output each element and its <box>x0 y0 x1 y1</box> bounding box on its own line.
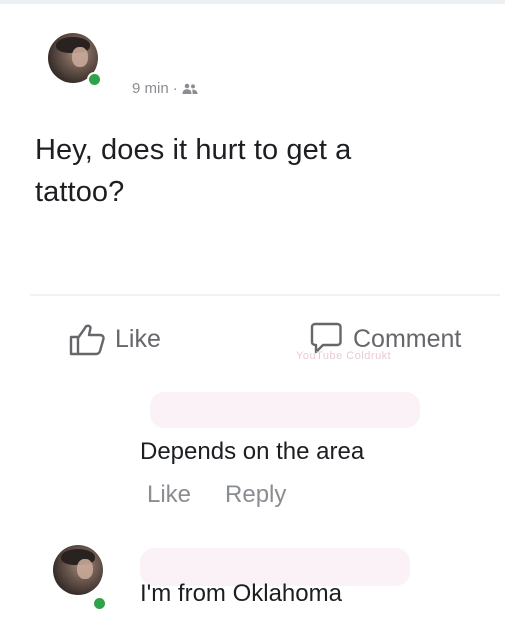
avatar-face <box>72 47 88 67</box>
comment-text: I'm from Oklahoma <box>140 580 342 607</box>
comment-like-link[interactable]: Like <box>147 481 191 509</box>
post-text-line-2: tattoo? <box>35 176 125 208</box>
online-status-dot <box>92 596 107 611</box>
like-button[interactable]: Like <box>68 322 161 356</box>
post-timestamp[interactable]: 9 min <box>132 80 169 97</box>
top-border <box>0 0 505 4</box>
commenter-avatar[interactable] <box>53 545 103 595</box>
comment-reply-link[interactable]: Reply <box>225 481 286 509</box>
avatar-face <box>77 559 93 579</box>
meta-separator: · <box>172 80 178 97</box>
friends-icon[interactable] <box>182 83 198 95</box>
like-label: Like <box>115 324 161 353</box>
thumbs-up-icon <box>68 322 106 356</box>
online-status-dot <box>87 72 102 87</box>
video-watermark: YouTube Coldrukt <box>296 350 392 362</box>
comment-text: Depends on the area <box>140 438 365 465</box>
comment-actions: Like Reply <box>147 481 286 509</box>
background-smudge <box>150 392 420 428</box>
post-divider <box>30 294 500 296</box>
post-text-line-1: Hey, does it hurt to get a <box>35 134 352 166</box>
post-meta: 9 min · <box>132 80 198 97</box>
